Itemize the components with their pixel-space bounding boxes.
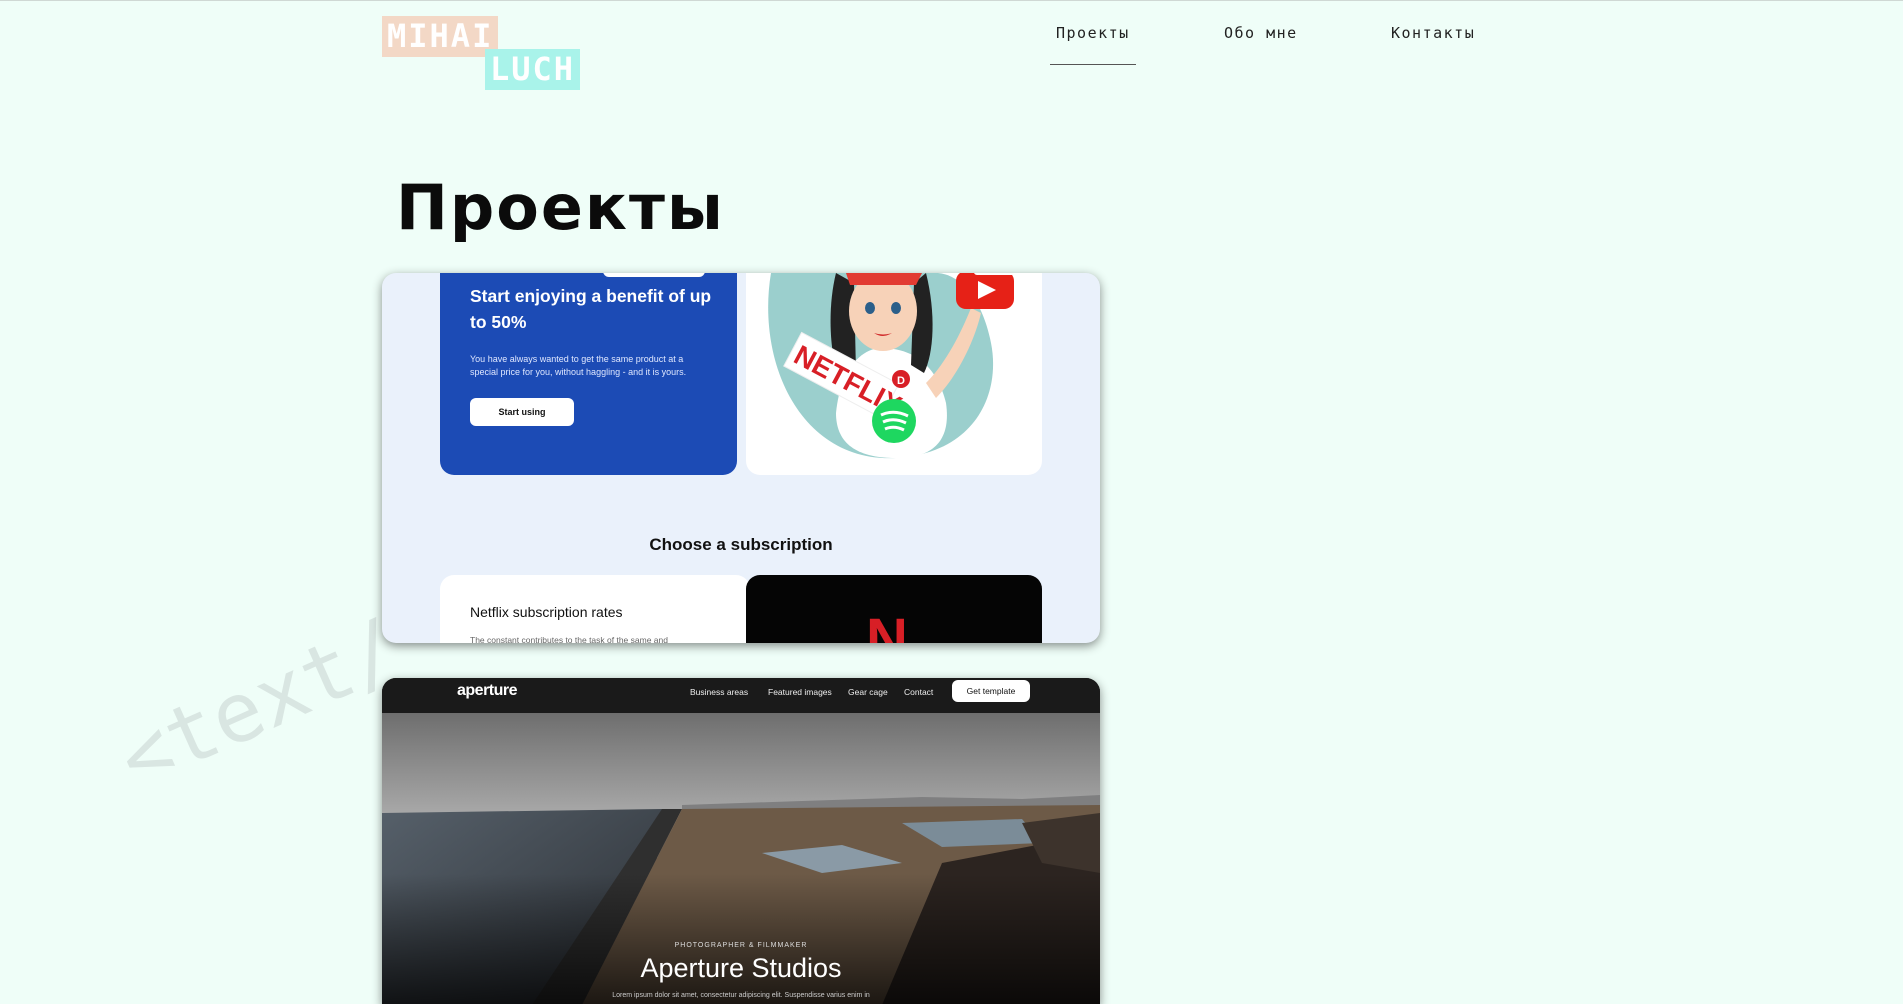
promo-tab: [603, 273, 705, 277]
netflix-card: N: [746, 575, 1042, 643]
nav-link-about[interactable]: Обо мне: [1218, 24, 1304, 64]
rate-title: Netflix subscription rates: [470, 604, 623, 620]
page-title: Проекты: [396, 171, 725, 244]
nav-featured-images[interactable]: Featured images: [768, 687, 832, 697]
nav-gear-cage[interactable]: Gear cage: [848, 687, 888, 697]
start-using-button[interactable]: Start using: [470, 398, 574, 426]
project-card-subscriptions[interactable]: Start enjoying a benefit of up to 50% Yo…: [382, 273, 1100, 643]
aperture-header: aperture Business areas Featured images …: [382, 678, 1100, 713]
hero-description: Lorem ipsum dolor sit amet, consectetur …: [612, 992, 870, 999]
nav-contact[interactable]: Contact: [904, 687, 933, 697]
netflix-logo-icon: N: [866, 607, 908, 644]
site-logo[interactable]: MIHAI LUCH: [382, 16, 582, 91]
aperture-logo[interactable]: aperture: [457, 682, 518, 700]
promo-banner: Start enjoying a benefit of up to 50% Yo…: [440, 273, 737, 475]
promo-text: You have always wanted to get the same p…: [470, 354, 687, 377]
mascot-illustration: NETFLIX D: [746, 273, 1042, 475]
nav-business-areas[interactable]: Business areas: [690, 687, 748, 697]
promo-heading: Start enjoying a benefit of up to 50%: [470, 286, 712, 332]
hero-eyebrow: PHOTOGRAPHER & FILMMAKER: [674, 942, 808, 949]
spotify-icon: [872, 399, 916, 443]
youtube-icon: [956, 273, 1014, 309]
project-card-aperture[interactable]: aperture Business areas Featured images …: [382, 678, 1100, 1004]
nav-link-projects[interactable]: Проекты: [1050, 24, 1136, 65]
girl-illustration: NETFLIX D: [768, 273, 1024, 459]
logo-line-1: MIHAI: [382, 16, 499, 57]
logo-line-2: LUCH: [485, 49, 581, 90]
rate-text: The constant contributes to the task of …: [470, 635, 668, 643]
section-heading: Choose a subscription: [649, 535, 833, 554]
hero-title: Aperture Studios: [640, 953, 842, 983]
nav-link-contacts[interactable]: Контакты: [1385, 24, 1481, 64]
background-watermark: <text/: [105, 600, 415, 808]
svg-text:D: D: [897, 375, 905, 387]
get-template-button[interactable]: Get template: [952, 680, 1030, 702]
rate-card: Netflix subscription rates The constant …: [440, 575, 750, 643]
